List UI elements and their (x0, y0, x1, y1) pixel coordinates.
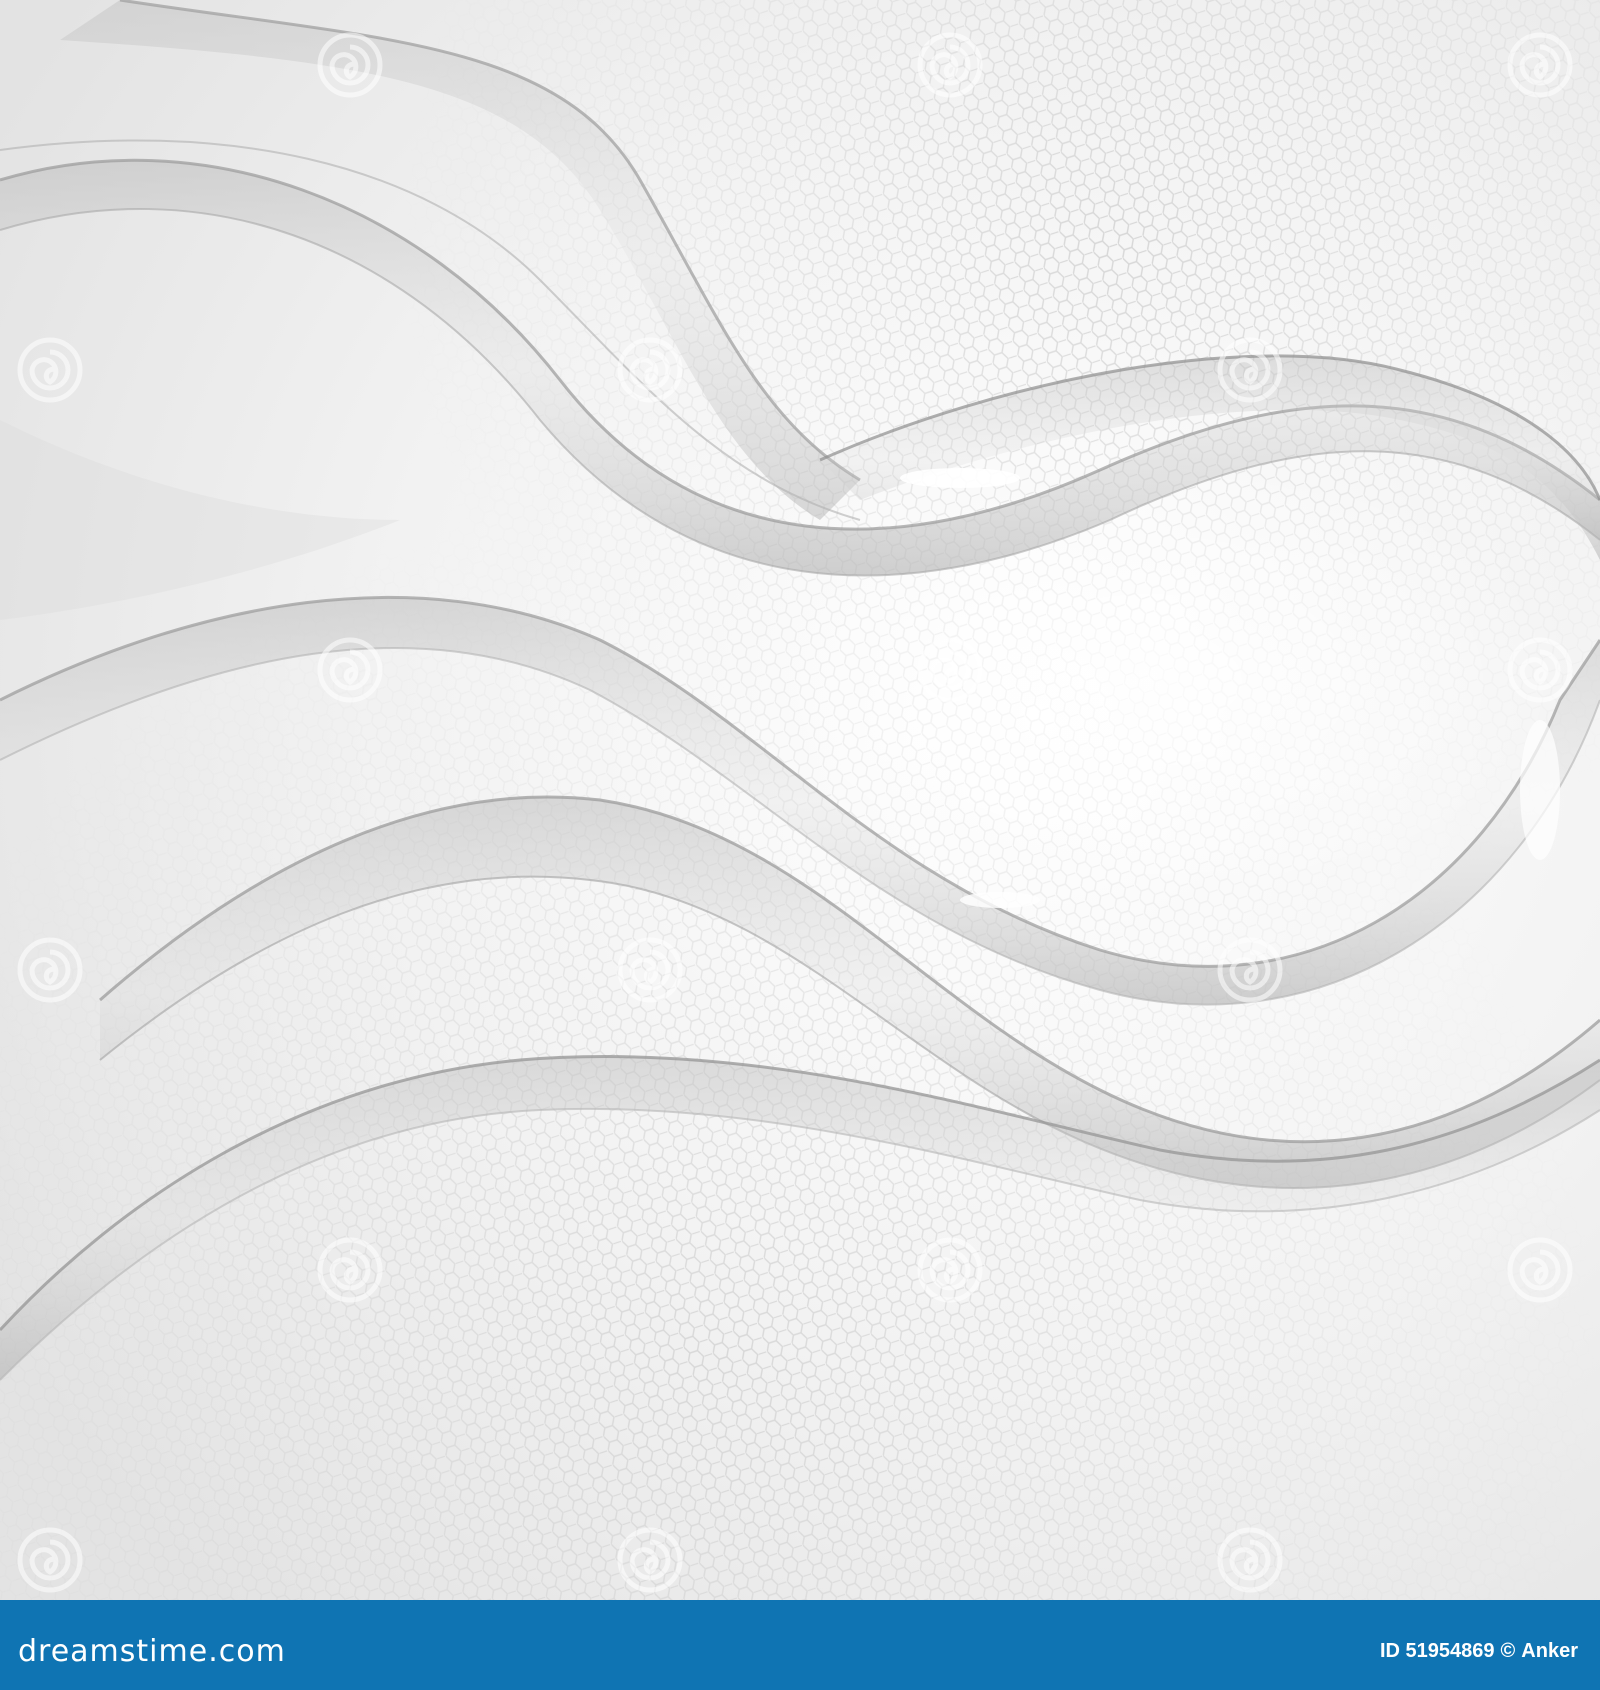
abstract-gray-wave-artwork (0, 0, 1600, 1600)
brand-logo[interactable]: dreamstime.com (18, 1632, 286, 1672)
sparkle (1520, 720, 1560, 860)
copyright-symbol: © (1500, 1640, 1516, 1662)
sparkle (900, 468, 1020, 488)
image-credit: ID 51954869 © Anker (1380, 1636, 1578, 1666)
image-id: ID 51954869 (1380, 1640, 1495, 1662)
stock-image: dreamstime.com ID 51954869 © Anker (0, 0, 1600, 1690)
sparkle (960, 892, 1040, 908)
author-name[interactable]: Anker (1521, 1640, 1578, 1662)
